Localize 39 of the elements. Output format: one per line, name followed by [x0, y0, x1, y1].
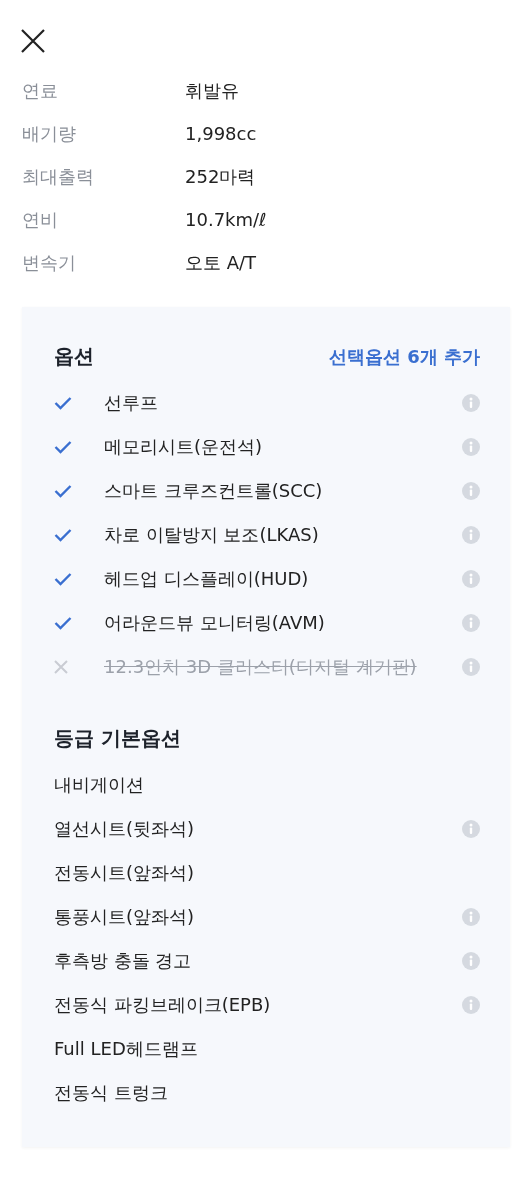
- option-label: 내비게이션: [54, 773, 145, 797]
- info-icon[interactable]: [462, 569, 480, 588]
- option-label: 스마트 크루즈컨트롤(SCC): [104, 479, 324, 503]
- section-title: 등급 기본옵션: [54, 725, 181, 752]
- option-label: 차로 이탈방지 보조(LKAS): [104, 523, 320, 547]
- option-label: 헤드업 디스플레이(HUD): [104, 567, 310, 591]
- option-label: 후측방 충돌 경고: [54, 949, 193, 973]
- spec-value: 1,998cc: [185, 122, 257, 146]
- option-label: 어라운드뷰 모니터링(AVM): [104, 611, 326, 635]
- info-icon[interactable]: [462, 907, 480, 926]
- option-label: 전동식 트렁크: [54, 1081, 169, 1105]
- option-label: 선루프: [104, 391, 159, 415]
- option-label: 열선시트(뒷좌석): [54, 817, 196, 841]
- option-label: 메모리시트(운전석): [104, 435, 264, 459]
- spec-label: 배기량: [22, 122, 77, 146]
- info-icon[interactable]: [462, 657, 480, 676]
- info-icon[interactable]: [462, 393, 480, 412]
- add-options-link[interactable]: 선택옵션 6개 추가: [328, 344, 480, 369]
- info-icon[interactable]: [462, 995, 480, 1014]
- spec-label: 연비: [22, 208, 59, 232]
- spec-value: 휘발유: [185, 79, 239, 103]
- spec-label: 연료: [22, 79, 59, 103]
- spec-label: 변속기: [22, 251, 77, 275]
- info-icon[interactable]: [462, 951, 480, 970]
- info-icon[interactable]: [462, 525, 480, 544]
- option-label: 전동시트(앞좌석): [54, 861, 196, 885]
- info-icon[interactable]: [462, 481, 480, 500]
- info-icon[interactable]: [462, 437, 480, 456]
- spec-value: 오토 A/T: [185, 251, 257, 275]
- option-label: 전동식 파킹브레이크(EPB): [54, 993, 272, 1017]
- option-label: Full LED헤드램프: [54, 1037, 199, 1061]
- option-label: 12.3인치 3D 클러스터(디지털 계기판): [104, 655, 418, 679]
- spec-label: 최대출력: [22, 165, 95, 189]
- info-icon[interactable]: [462, 819, 480, 838]
- spec-value: 10.7km/ℓ: [185, 208, 267, 232]
- spec-value: 252마력: [185, 165, 256, 189]
- info-icon[interactable]: [462, 613, 480, 632]
- section-title: 옵션: [54, 343, 94, 370]
- option-label: 통풍시트(앞좌석): [54, 905, 196, 929]
